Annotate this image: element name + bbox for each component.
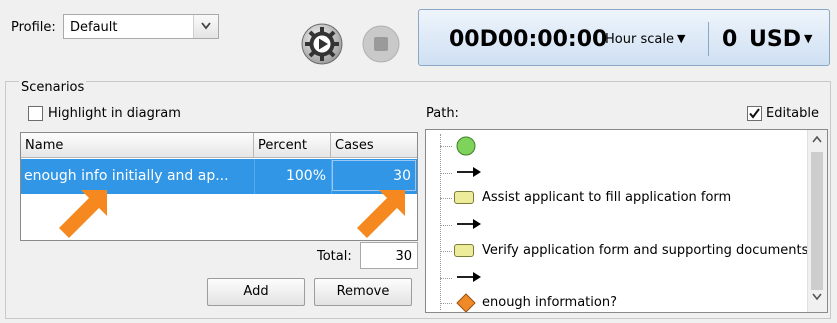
caret-down-icon[interactable]: ▼	[804, 32, 812, 45]
editable-label: Editable	[766, 106, 820, 121]
path-tree: Assist applicant to fill application for…	[425, 129, 828, 313]
highlight-label: Highlight in diagram	[48, 106, 181, 121]
gateway-label: enough information?	[482, 295, 617, 310]
profile-label: Profile:	[11, 20, 56, 35]
sequence-flow-icon	[457, 219, 481, 229]
vertical-scrollbar[interactable]	[807, 130, 827, 312]
chevron-up-icon[interactable]	[812, 135, 822, 143]
caret-down-icon[interactable]: ▼	[677, 32, 685, 45]
cell-name[interactable]: enough info initially and ap...	[24, 168, 229, 184]
total-field[interactable]: 30	[360, 242, 418, 269]
chevron-down-icon[interactable]	[812, 293, 822, 301]
path-label: Path:	[426, 106, 459, 121]
time-scale-dropdown[interactable]: Hour scale	[605, 32, 674, 47]
editable-checkbox[interactable]	[747, 106, 762, 121]
cost-value: 0	[722, 27, 738, 52]
task-icon	[454, 191, 474, 204]
simulation-status-panel: 00D00:00:00 Hour scale ▼ 0 USD ▼	[418, 9, 830, 66]
column-header-percent[interactable]: Percent	[254, 133, 331, 158]
add-scenario-button[interactable]: Add	[207, 278, 305, 306]
sequence-flow-icon	[457, 167, 481, 177]
task-icon	[454, 244, 474, 257]
column-divider	[331, 159, 332, 194]
elapsed-time: 00D00:00:00	[449, 27, 608, 52]
run-simulation-button[interactable]	[301, 23, 343, 65]
scroll-thumb[interactable]	[811, 152, 823, 290]
start-event-icon	[456, 136, 476, 156]
profile-dropdown[interactable]: Default	[63, 14, 219, 39]
cell-percent[interactable]: 100%	[254, 168, 326, 184]
chevron-down-icon[interactable]	[193, 15, 218, 38]
task-label: Assist applicant to fill application for…	[482, 190, 732, 205]
column-divider	[254, 159, 255, 194]
run-simulation-icon	[301, 23, 343, 65]
annotation-arrow-icon	[357, 190, 405, 238]
task-label: Verify application form and supporting d…	[482, 243, 809, 258]
profile-value: Default	[70, 20, 118, 35]
tree-connector	[440, 134, 441, 310]
sequence-flow-icon	[457, 272, 481, 282]
currency-dropdown[interactable]: USD	[749, 27, 801, 52]
remove-scenario-button[interactable]: Remove	[314, 278, 412, 306]
divider	[708, 22, 709, 56]
highlight-checkbox[interactable]	[28, 106, 43, 121]
scenarios-title: Scenarios	[19, 80, 87, 95]
cell-cases[interactable]: 30	[393, 168, 411, 184]
gateway-diamond-icon	[456, 293, 476, 312]
checkmark-icon	[749, 108, 760, 119]
column-header-name[interactable]: Name	[21, 133, 254, 158]
total-label: Total:	[317, 249, 352, 264]
annotation-arrow-icon	[59, 190, 107, 238]
column-header-cases[interactable]: Cases	[331, 133, 417, 158]
stop-simulation-icon	[362, 25, 400, 63]
stop-simulation-button[interactable]	[362, 25, 400, 63]
total-value: 30	[395, 249, 412, 264]
